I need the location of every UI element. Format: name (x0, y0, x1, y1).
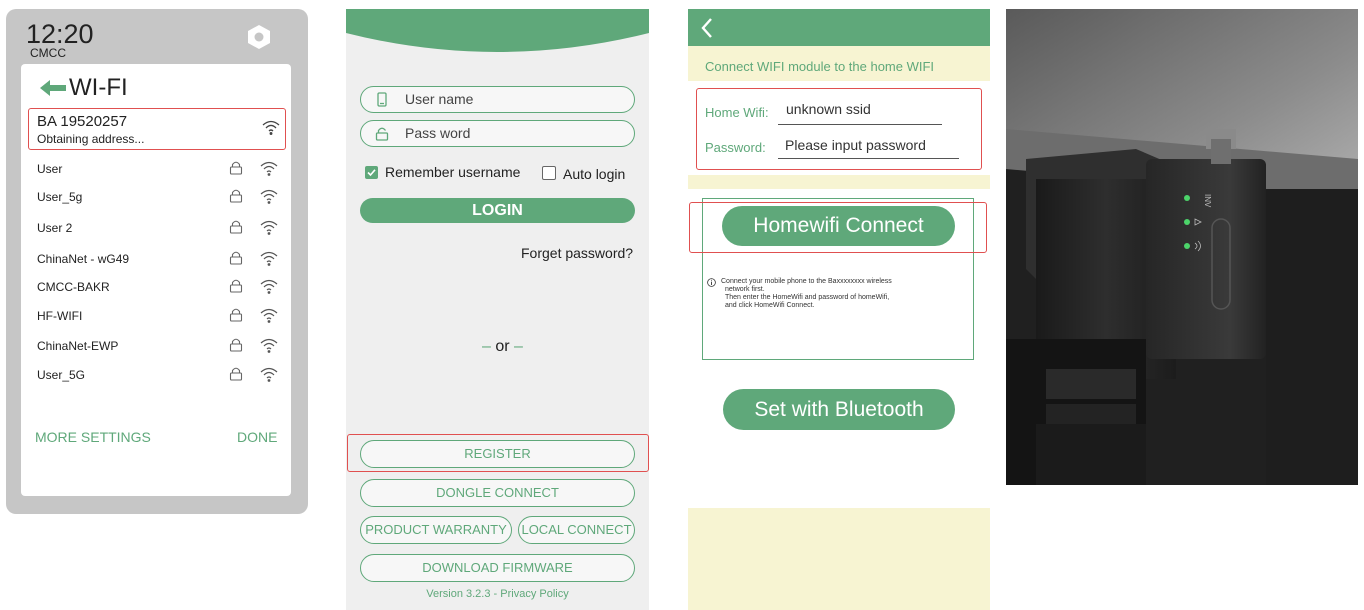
wifi-signal-icon (259, 307, 279, 323)
network-name: User_5g (37, 190, 83, 204)
done-button[interactable]: DONE (237, 429, 277, 445)
login-button[interactable]: LOGIN (360, 198, 635, 223)
hexagon-icon[interactable] (246, 24, 272, 50)
wifi-signal-icon (261, 119, 281, 135)
password-underline (778, 158, 959, 159)
cream-divider (688, 175, 990, 189)
lock-icon (229, 160, 243, 175)
network-row[interactable]: ChinaNet-EWP (37, 337, 279, 357)
or-divider: – or – (482, 338, 523, 355)
network-name: User (37, 162, 63, 176)
network-row[interactable]: User_5G (37, 366, 279, 386)
wifi-signal-icon (259, 188, 279, 204)
lock-icon (229, 366, 243, 381)
wifi-card: WI-FI BA 19520257 Obtaining address... U… (21, 64, 291, 496)
network-row[interactable]: ChinaNet - wG49 (37, 250, 279, 270)
wifi-signal-icon (259, 160, 279, 176)
lock-icon (229, 307, 243, 322)
network-row[interactable]: CMCC-BAKR (37, 278, 279, 298)
remember-checkbox[interactable] (365, 166, 378, 179)
lock-icon (229, 278, 243, 293)
username-field[interactable]: User name (360, 86, 635, 113)
home-wifi-field[interactable]: unknown ssid (786, 101, 871, 117)
lock-icon (229, 250, 243, 265)
wifi-signal-icon (259, 337, 279, 353)
wifi-signal-icon (259, 250, 279, 266)
lock-icon (229, 337, 243, 352)
download-firmware-button[interactable]: DOWNLOAD FIRMWARE (360, 554, 635, 582)
connect-note: Connect your mobile phone to the Baxxxxx… (721, 278, 961, 310)
dongle-connect-button[interactable]: DONGLE CONNECT (360, 479, 635, 507)
remember-label: Remember username (385, 164, 521, 180)
network-name: CMCC-BAKR (37, 280, 110, 294)
instruction-banner: Connect WIFI module to the home WIFI (688, 46, 990, 81)
auto-login-label: Auto login (563, 166, 626, 182)
device-photo: INV (1006, 9, 1358, 485)
local-connect-button[interactable]: LOCAL CONNECT (518, 516, 635, 544)
wifi-signal-icon (259, 219, 279, 235)
network-name: ChinaNet-EWP (37, 339, 119, 353)
back-arrow-icon[interactable] (40, 78, 66, 98)
note-line-3: Then enter the HomeWifi and password of … (725, 294, 890, 301)
header-curve (346, 9, 649, 52)
network-name: HF-WIFI (37, 309, 83, 323)
header-bar (688, 9, 990, 46)
more-settings-link[interactable]: MORE SETTINGS (35, 429, 151, 445)
network-row[interactable]: User_5g (37, 188, 279, 208)
lock-icon (229, 188, 243, 203)
username-placeholder: User name (405, 91, 474, 107)
register-button[interactable]: REGISTER (360, 440, 635, 468)
note-line-2: network first. (725, 286, 765, 293)
wifi-settings-phone: 12:20 CMCC WI-FI BA 19520257 Obtaining a… (6, 9, 308, 514)
network-row[interactable]: HF-WIFI (37, 307, 279, 327)
network-name: User_5G (37, 368, 86, 382)
home-wifi-underline (778, 124, 942, 125)
home-wifi-setup-screen: Connect WIFI module to the home WIFI Hom… (688, 9, 990, 610)
forget-password-link[interactable]: Forget password? (521, 245, 633, 261)
product-warranty-button[interactable]: PRODUCT WARRANTY (360, 516, 512, 544)
wifi-signal-icon (259, 366, 279, 382)
home-wifi-label: Home Wifi: (705, 105, 769, 120)
instruction-text: Connect WIFI module to the home WIFI (705, 59, 935, 74)
network-row[interactable]: User 2 (37, 219, 279, 239)
set-with-bluetooth-button[interactable]: Set with Bluetooth (723, 389, 955, 430)
page-title: WI-FI (69, 74, 128, 101)
selected-network-name: BA 19520257 (37, 113, 128, 130)
note-line-4: and click HomeWifi Connect. (725, 302, 815, 309)
bottom-cream-area (688, 508, 990, 610)
password-label: Password: (705, 140, 766, 155)
inv-label: INV (1203, 194, 1212, 208)
lock-icon (375, 126, 389, 141)
password-field[interactable]: Please input password (785, 137, 926, 153)
login-screen: User name Pass word Remember username Au… (346, 9, 649, 610)
password-field[interactable]: Pass word (360, 120, 635, 147)
wifi-dongle-photo: INV (1006, 9, 1358, 485)
network-name: ChinaNet - wG49 (37, 252, 130, 266)
note-line-1: Connect your mobile phone to the Baxxxxx… (721, 278, 892, 285)
or-text: or (495, 338, 510, 355)
lock-icon (229, 219, 243, 234)
chevron-left-icon[interactable] (700, 17, 714, 39)
network-row[interactable]: User (37, 160, 279, 180)
phone-icon (375, 92, 389, 107)
auto-login-checkbox[interactable] (542, 166, 556, 180)
status-carrier: CMCC (30, 46, 66, 60)
wifi-signal-icon (259, 278, 279, 294)
password-placeholder: Pass word (405, 125, 471, 141)
version-text[interactable]: Version 3.2.3 - Privacy Policy (346, 588, 649, 600)
homewifi-connect-button[interactable]: Homewifi Connect (722, 206, 955, 246)
info-icon (707, 278, 716, 287)
selected-network-status: Obtaining address... (37, 132, 145, 146)
network-name: User 2 (37, 221, 73, 235)
